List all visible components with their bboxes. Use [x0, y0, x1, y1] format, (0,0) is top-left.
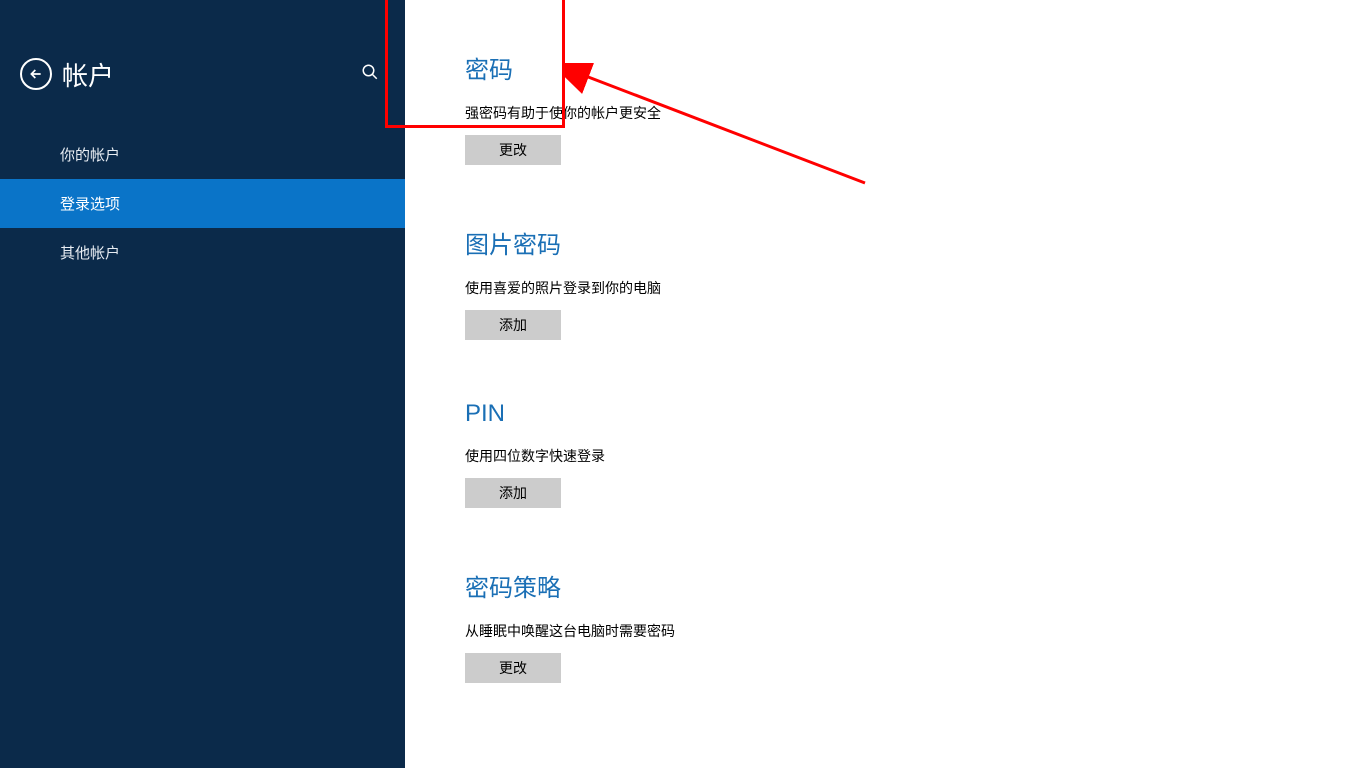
section-picture-password: 图片密码 使用喜爱的照片登录到你的电脑 添加	[465, 225, 1366, 340]
back-button[interactable]	[20, 58, 52, 90]
content: 密码 强密码有助于使你的帐户更安全 更改 图片密码 使用喜爱的照片登录到你的电脑…	[405, 0, 1366, 768]
section-title-password-policy: 密码策略	[465, 568, 1366, 603]
page-title: 帐户	[62, 56, 355, 93]
sidebar-item-signin-options[interactable]: 登录选项	[0, 179, 405, 228]
section-desc-picture-password: 使用喜爱的照片登录到你的电脑	[465, 278, 1366, 298]
search-icon	[361, 63, 379, 81]
section-desc-pin: 使用四位数字快速登录	[465, 446, 1366, 466]
section-password-policy: 密码策略 从睡眠中唤醒这台电脑时需要密码 更改	[465, 568, 1366, 683]
change-password-button[interactable]: 更改	[465, 135, 561, 165]
sidebar-item-other-accounts[interactable]: 其他帐户	[0, 228, 405, 277]
sidebar-item-label: 其他帐户	[60, 245, 120, 262]
sidebar-item-label: 你的帐户	[60, 147, 120, 164]
sidebar-item-your-account[interactable]: 你的帐户	[0, 130, 405, 179]
arrow-left-icon	[28, 66, 44, 82]
sidebar: 帐户 你的帐户 登录选项 其他帐户	[0, 0, 405, 768]
add-picture-password-button[interactable]: 添加	[465, 310, 561, 340]
section-password: 密码 强密码有助于使你的帐户更安全 更改	[465, 50, 1366, 165]
sidebar-item-label: 登录选项	[60, 196, 120, 213]
section-desc-password: 强密码有助于使你的帐户更安全	[465, 103, 1366, 123]
sidebar-nav: 你的帐户 登录选项 其他帐户	[0, 130, 405, 277]
change-password-policy-button[interactable]: 更改	[465, 653, 561, 683]
sidebar-header: 帐户	[0, 0, 405, 100]
section-title-picture-password: 图片密码	[465, 225, 1366, 260]
section-title-password: 密码	[465, 50, 1366, 85]
add-pin-button[interactable]: 添加	[465, 478, 561, 508]
section-pin: PIN 使用四位数字快速登录 添加	[465, 400, 1366, 508]
section-title-pin: PIN	[465, 400, 1366, 428]
search-button[interactable]	[355, 57, 385, 92]
section-desc-password-policy: 从睡眠中唤醒这台电脑时需要密码	[465, 621, 1366, 641]
